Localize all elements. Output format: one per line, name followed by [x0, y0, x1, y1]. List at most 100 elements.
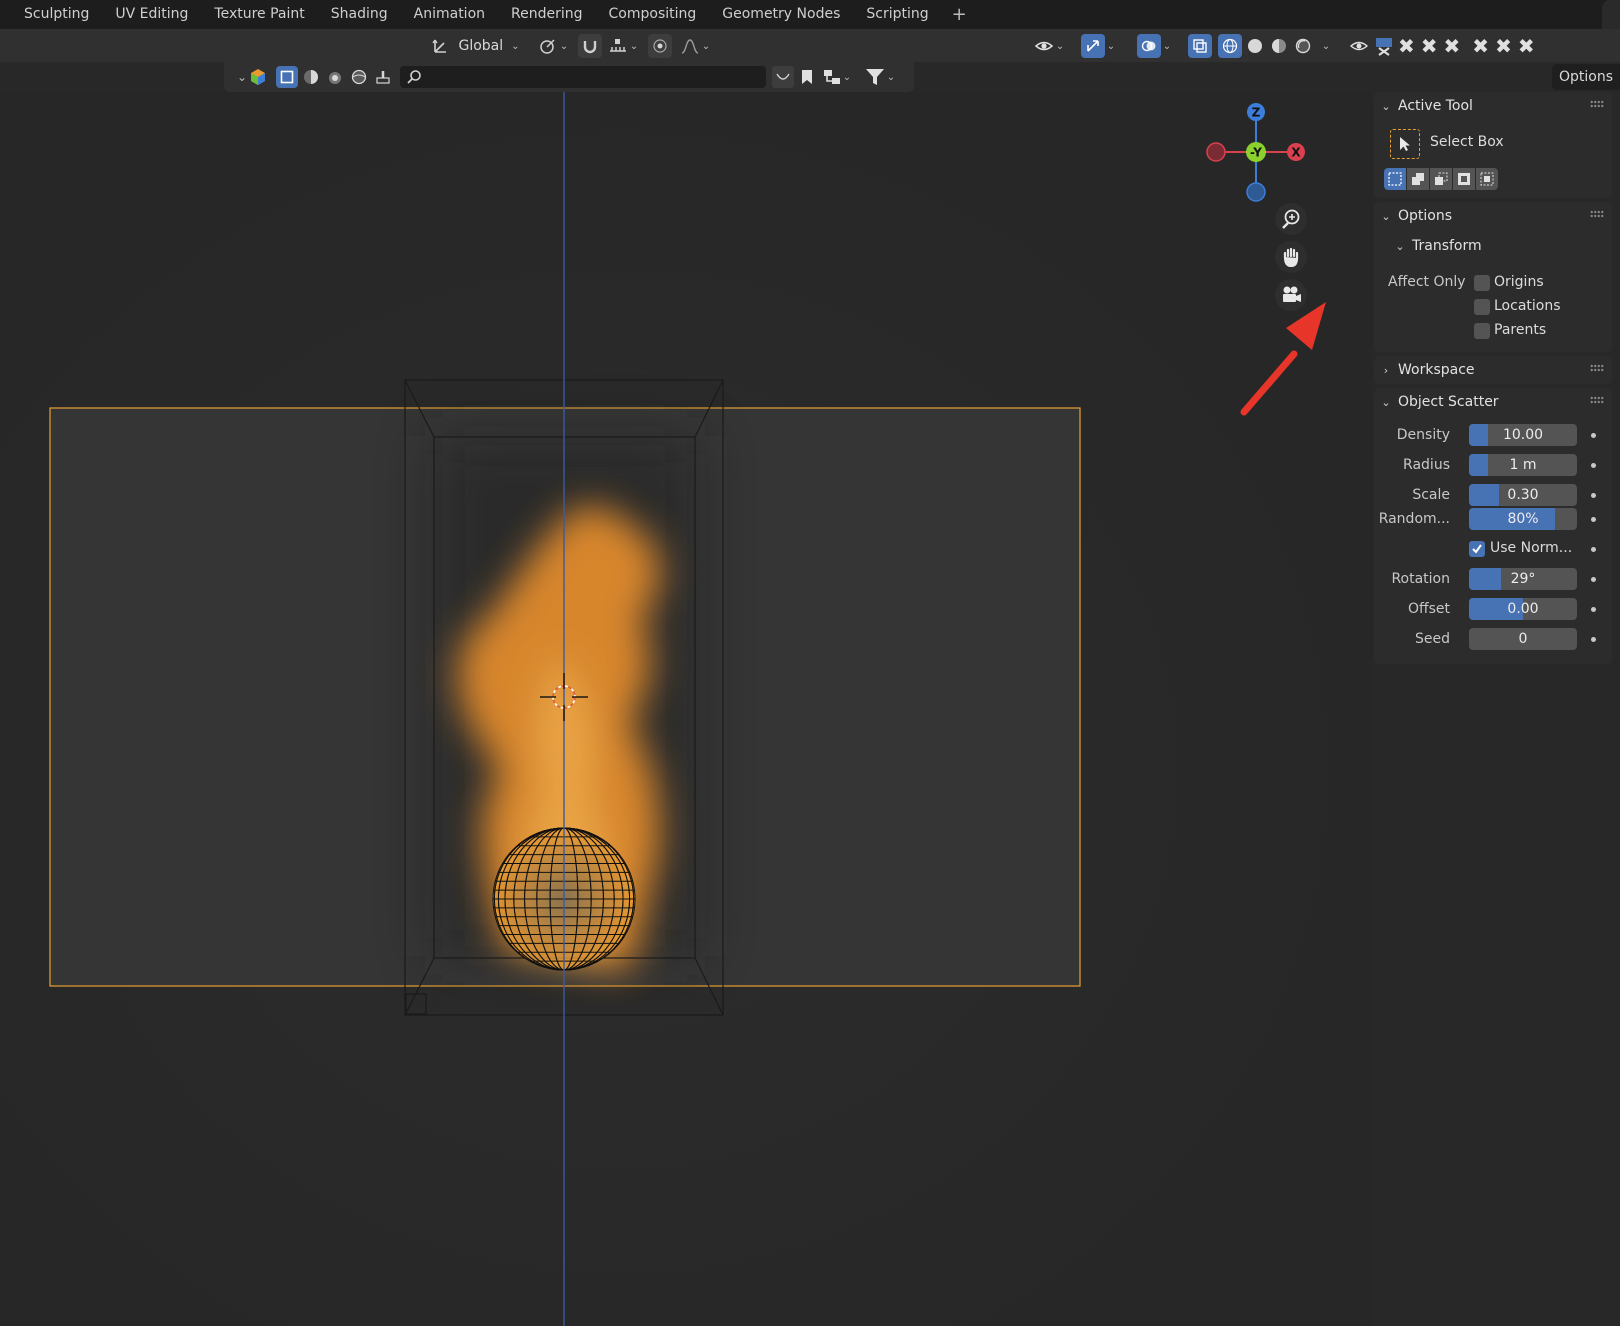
options-header[interactable]: ⌄ Options [1374, 202, 1612, 230]
tab-animation[interactable]: Animation [401, 0, 498, 29]
offset-slider[interactable]: 0.00 [1469, 598, 1577, 620]
falloff-curve-icon [681, 39, 699, 54]
mode-new-button[interactable] [1384, 168, 1406, 190]
curve-toggle[interactable] [772, 66, 794, 88]
visibility-toggle[interactable] [1347, 34, 1371, 58]
selectability-visibility-dropdown[interactable]: ⌄ [1030, 34, 1068, 58]
mode-invert-button[interactable] [1453, 168, 1475, 190]
shading-solid-button[interactable] [1243, 34, 1267, 58]
pivot-point-dropdown[interactable]: ⌄ [534, 34, 572, 58]
tab-texture-paint[interactable]: Texture Paint [201, 0, 317, 29]
drag-grip-icon[interactable] [1590, 210, 1604, 218]
keyframe-dot-icon[interactable] [1591, 607, 1596, 612]
tab-uv-editing[interactable]: UV Editing [102, 0, 201, 29]
rotation-row: Rotation 29° [1374, 568, 1612, 592]
workspace-header[interactable]: › Workspace [1374, 356, 1612, 384]
proportional-icon [648, 34, 672, 58]
tab-sculpting[interactable]: Sculpting [0, 0, 102, 29]
keyframe-dot-icon[interactable] [1591, 493, 1596, 498]
filter-lights-toggle[interactable] [348, 66, 370, 88]
filter-paint-toggle[interactable] [372, 66, 394, 88]
search-input[interactable] [400, 66, 766, 88]
density-value: 10.00 [1502, 427, 1544, 443]
shading-wireframe-button[interactable] [1218, 34, 1242, 58]
navigation-gizmo[interactable]: Z X -Y [1206, 103, 1305, 202]
object-scatter-header[interactable]: ⌄ Object Scatter [1374, 388, 1612, 416]
x-icon: ✖ [1420, 34, 1438, 58]
random-slider[interactable]: 80% [1469, 508, 1577, 530]
filter-dropdown[interactable]: ⌄ [860, 66, 900, 88]
shading-options-dropdown[interactable]: ⌄ [1318, 34, 1332, 58]
keyframe-dot-icon[interactable] [1591, 637, 1596, 642]
add-workspace-button[interactable]: + [942, 4, 977, 25]
density-slider[interactable]: 10.00 [1469, 424, 1577, 446]
shading-material-button[interactable] [1267, 34, 1291, 58]
parents-checkbox[interactable] [1474, 323, 1490, 339]
filter-render-toggle[interactable] [324, 66, 346, 88]
snap-target-dropdown[interactable]: ⌄ [604, 34, 642, 58]
select-box-tool-icon[interactable] [1390, 129, 1420, 159]
keyframe-dot-icon[interactable] [1591, 577, 1596, 582]
active-tool-header[interactable]: ⌄ Active Tool [1374, 92, 1612, 120]
use-normal-checkbox[interactable] [1469, 541, 1485, 557]
cube-icon [251, 69, 266, 85]
x-icon: ✖ [1443, 34, 1461, 58]
select-new-icon [1388, 172, 1402, 186]
filter-viewport-toggle[interactable] [300, 66, 322, 88]
hierarchy-dropdown[interactable]: ⌄ [820, 66, 854, 88]
filter-select-toggle[interactable] [276, 66, 298, 88]
keyframe-dot-icon[interactable] [1591, 433, 1596, 438]
3d-viewport[interactable]: Z X -Y [0, 92, 1372, 1326]
gizmo-x-label: X [1291, 146, 1301, 160]
brush-icon [376, 71, 390, 84]
selection-mode-buttons [1384, 168, 1498, 190]
keyframe-dot-icon[interactable] [1591, 517, 1596, 522]
layer-toggles[interactable]: ✖ ✖ ✖ ✖ ✖ ✖ [1398, 34, 1548, 58]
zoom-button[interactable] [1275, 203, 1307, 235]
pan-button[interactable] [1275, 241, 1307, 273]
seed-field[interactable]: 0 [1469, 628, 1577, 650]
drag-grip-icon[interactable] [1590, 364, 1604, 372]
drag-grip-icon[interactable] [1590, 396, 1604, 404]
magnet-icon [578, 34, 602, 58]
scale-row: Scale 0.30 [1374, 484, 1612, 508]
locations-checkbox[interactable] [1474, 299, 1490, 315]
mode-intersect-button[interactable] [1476, 168, 1498, 190]
tab-shading[interactable]: Shading [318, 0, 401, 29]
use-normal-row: Use Norm... [1374, 538, 1612, 562]
snap-toggle[interactable] [578, 34, 602, 58]
chevron-down-icon: ⌄ [1381, 99, 1391, 113]
keyframe-dot-icon[interactable] [1591, 547, 1596, 552]
xray-toggle[interactable] [1188, 34, 1212, 58]
eye-icon [1347, 34, 1371, 58]
transform-orientation-dropdown[interactable]: Global ⌄ [428, 34, 524, 58]
keyframe-dot-icon[interactable] [1591, 463, 1596, 468]
drag-grip-icon[interactable] [1590, 100, 1604, 108]
gizmo-neg-z[interactable] [1246, 182, 1266, 202]
transform-subheader[interactable]: ⌄ Transform [1374, 232, 1612, 260]
scale-slider[interactable]: 0.30 [1469, 484, 1577, 506]
tab-rendering[interactable]: Rendering [498, 0, 596, 29]
gizmo-neg-x[interactable] [1206, 142, 1226, 162]
mode-extend-button[interactable] [1407, 168, 1429, 190]
display-mode-dropdown[interactable]: ⌄ [234, 66, 268, 88]
bookmark-toggle[interactable] [796, 66, 818, 88]
snap-increment-icon [609, 39, 626, 52]
tab-geometry-nodes[interactable]: Geometry Nodes [709, 0, 853, 29]
radius-slider[interactable]: 1 m [1469, 454, 1577, 476]
options-button[interactable]: Options [1552, 64, 1620, 90]
overlays-toggle[interactable]: ⌄ [1132, 34, 1176, 58]
select-square-icon [276, 66, 298, 88]
shading-rendered-button[interactable] [1291, 34, 1315, 58]
mode-subtract-button[interactable] [1430, 168, 1452, 190]
tab-scripting[interactable]: Scripting [853, 0, 941, 29]
collection-toggle[interactable] [1372, 34, 1396, 58]
seed-value: 0 [1518, 631, 1528, 647]
gizmo-toggle[interactable]: ⌄ [1076, 34, 1120, 58]
options-title: Options [1398, 208, 1453, 224]
rotation-slider[interactable]: 29° [1469, 568, 1577, 590]
origins-checkbox[interactable] [1474, 275, 1490, 291]
tab-compositing[interactable]: Compositing [596, 0, 710, 29]
falloff-dropdown[interactable]: ⌄ [678, 34, 712, 58]
proportional-editing-toggle[interactable] [648, 34, 672, 58]
